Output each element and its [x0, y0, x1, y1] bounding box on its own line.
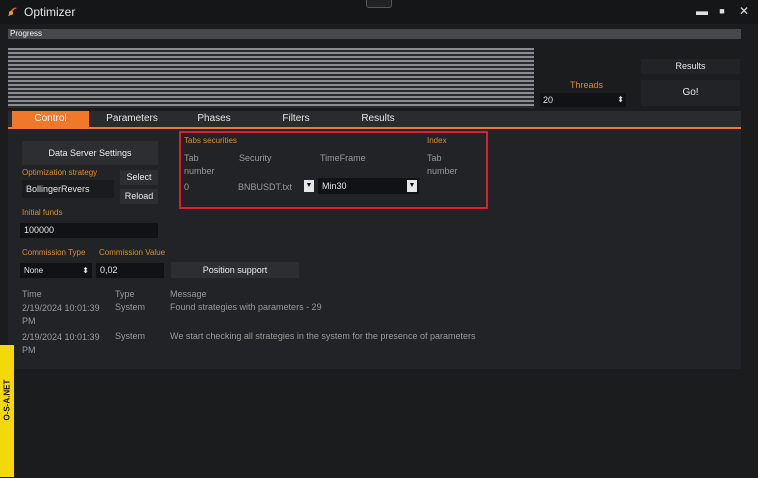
commission-type-label: Commission Type: [22, 248, 86, 257]
log-row-time: 2/19/2024 10:01:39 PM: [22, 332, 100, 355]
spinner-icon[interactable]: ⬍: [82, 263, 89, 278]
tab-results[interactable]: Results: [339, 111, 417, 127]
close-button[interactable]: ✕: [735, 3, 753, 19]
minimize-button[interactable]: ▬: [693, 3, 711, 19]
log-row-message: Found strategies with parameters - 29: [170, 302, 322, 312]
commission-value-label: Commission Value: [99, 248, 166, 257]
log-header-message: Message: [170, 289, 207, 299]
commission-type-select[interactable]: None ⬍: [20, 263, 92, 278]
results-button[interactable]: Results: [641, 59, 740, 74]
tab-phases[interactable]: Phases: [175, 111, 253, 127]
log-row-type: System: [115, 302, 146, 312]
spinner-icon[interactable]: ⬍: [617, 93, 624, 107]
tab-filters[interactable]: Filters: [256, 111, 336, 127]
osa-side-tab-label: O-S-A.NET: [2, 379, 12, 421]
commission-value-input[interactable]: 0,02: [96, 263, 164, 278]
progress-header: Progress: [8, 29, 741, 39]
log-row-message: We start checking all strategies in the …: [170, 331, 476, 341]
tab-control[interactable]: Control: [12, 111, 89, 127]
log-row-type: System: [115, 331, 146, 341]
app-logo-icon: [8, 7, 17, 16]
initial-funds-label: Initial funds: [22, 208, 63, 217]
log-header-type: Type: [115, 289, 135, 299]
go-button[interactable]: Go!: [641, 80, 740, 106]
position-support-button[interactable]: Position support: [171, 262, 299, 278]
select-button[interactable]: Select: [120, 170, 158, 185]
threads-value: 20: [543, 95, 554, 105]
drag-grip[interactable]: [366, 0, 392, 8]
strategy-label: Optimization strategy: [22, 168, 98, 177]
progress-bars: [8, 48, 534, 108]
window-title: Optimizer: [24, 5, 76, 19]
initial-funds-input[interactable]: 100000: [20, 223, 158, 238]
highlight-box: [179, 131, 488, 209]
threads-stepper[interactable]: 20 ⬍: [540, 93, 626, 107]
tab-parameters[interactable]: Parameters: [92, 111, 172, 127]
strategy-field[interactable]: BollingerRevers: [22, 180, 114, 198]
log-row-time: 2/19/2024 10:01:39 PM: [22, 303, 100, 326]
commission-type-value: None: [24, 266, 44, 275]
reload-button[interactable]: Reload: [120, 189, 158, 204]
log-header-time: Time: [22, 289, 42, 299]
data-server-settings-button[interactable]: Data Server Settings: [22, 141, 158, 165]
maximize-button[interactable]: ■: [713, 3, 731, 19]
threads-label: Threads: [570, 80, 604, 90]
